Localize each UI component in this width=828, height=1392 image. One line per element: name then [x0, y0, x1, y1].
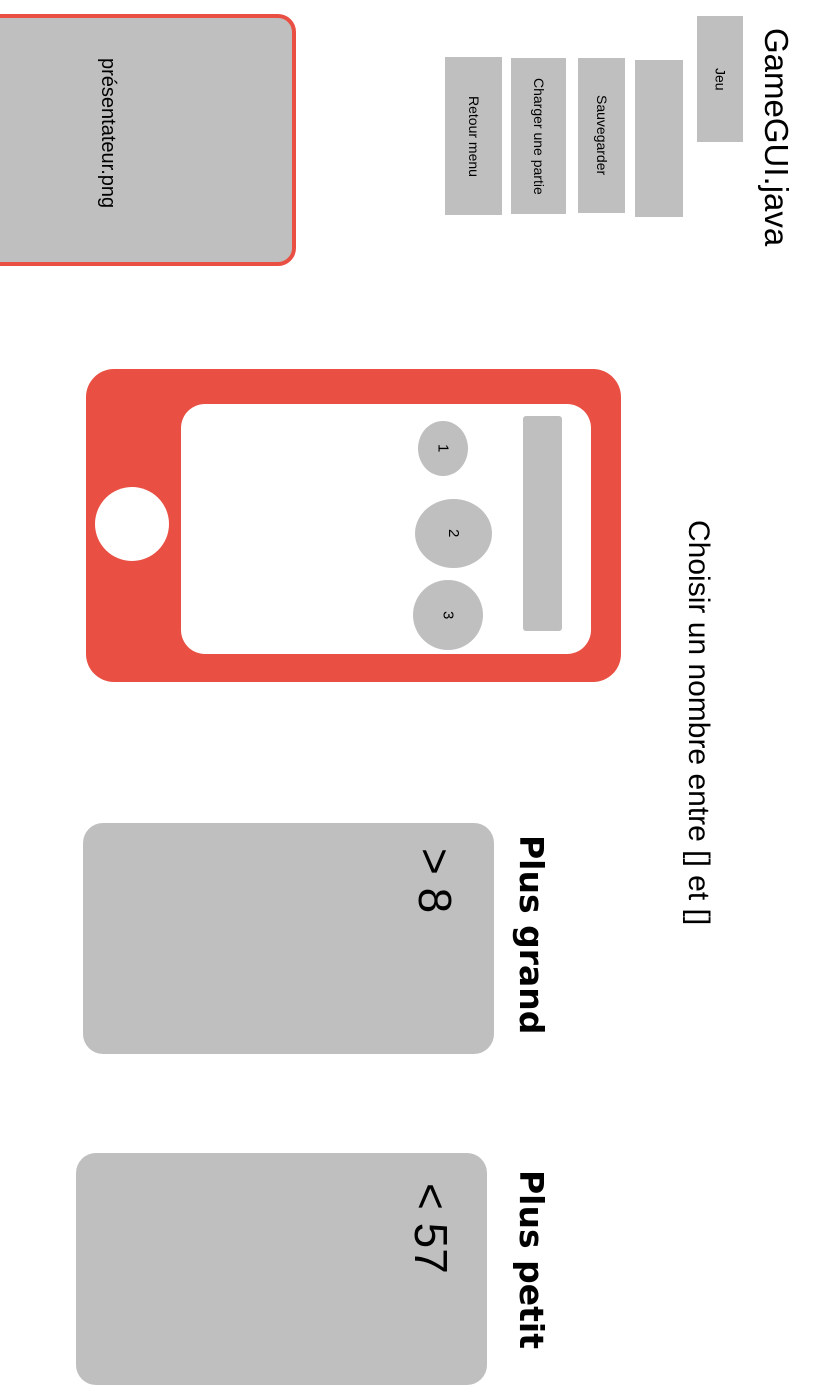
save-button[interactable]: Sauvegarder — [578, 58, 625, 213]
choice-button-1[interactable]: 1 — [418, 421, 468, 476]
menu-button-label: Sauvegarder — [594, 95, 610, 176]
choice-label: 2 — [445, 529, 462, 538]
smaller-hint-label: Plus petit — [512, 1170, 551, 1349]
choice-button-2[interactable]: 2 — [415, 499, 492, 568]
choice-label: 3 — [439, 610, 457, 620]
greater-hint-label: Plus grand — [512, 835, 551, 1035]
window-title: GameGUI.java — [758, 28, 795, 247]
menu-button-empty[interactable] — [635, 60, 683, 217]
choice-button-3[interactable]: 3 — [413, 580, 483, 650]
number-input-field[interactable] — [523, 416, 562, 631]
menu-button-label: Retour menu — [466, 95, 482, 177]
menu-button-jeu[interactable]: Jeu — [697, 16, 743, 142]
greater-hint-value: > 8 — [409, 848, 461, 914]
prompt-text: Choisir un nombre entre [] et [] — [682, 520, 715, 926]
load-game-button[interactable]: Charger une partie — [511, 58, 566, 214]
phone-home-button[interactable] — [95, 487, 169, 561]
menu-button-label: Charger une partie — [531, 77, 547, 195]
smaller-hint-value: < 57 — [405, 1183, 457, 1274]
presenter-image: présentateur.png — [0, 14, 296, 266]
menu-button-label: Jeu — [712, 67, 729, 91]
presenter-image-label: présentateur.png — [97, 58, 119, 209]
back-to-menu-button[interactable]: Retour menu — [445, 57, 502, 215]
greater-hint-card: > 8 — [83, 823, 494, 1054]
smaller-hint-card: < 57 — [76, 1153, 487, 1385]
choice-label: 1 — [434, 444, 452, 453]
